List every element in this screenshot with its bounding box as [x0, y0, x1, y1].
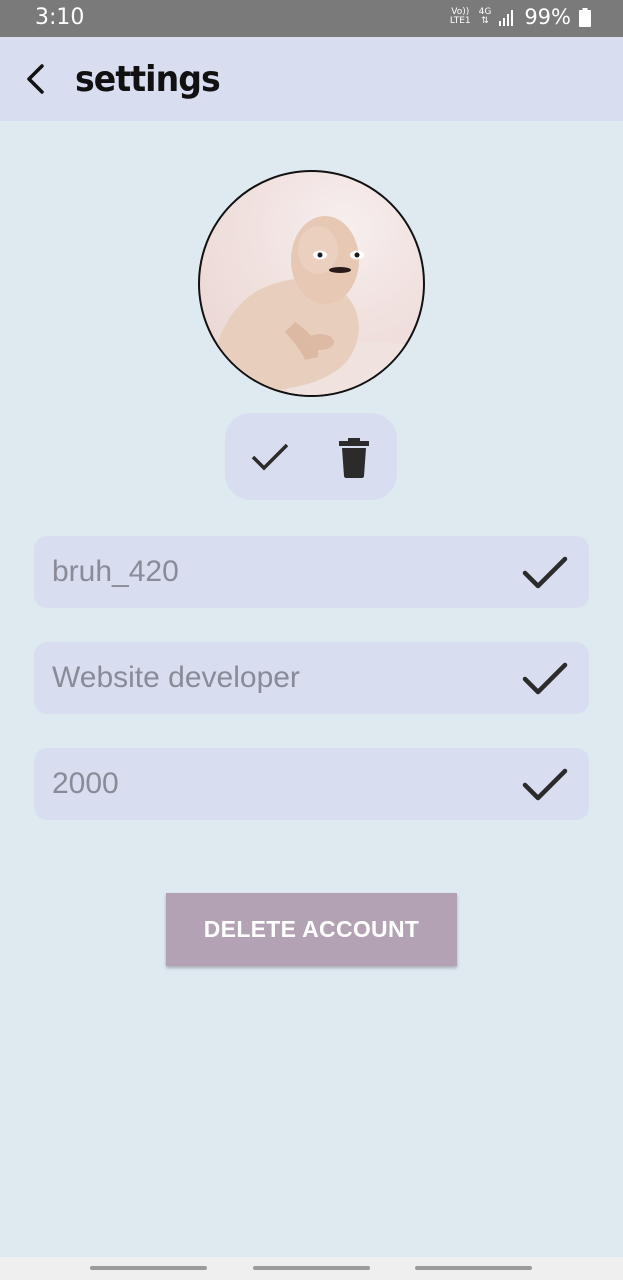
- back-arrow-icon: [27, 64, 44, 94]
- delete-photo-icon[interactable]: [332, 435, 376, 479]
- signal-icon: [499, 9, 514, 26]
- occupation-field: [34, 642, 589, 714]
- back-button[interactable]: [20, 60, 50, 98]
- avatar-image: [210, 216, 423, 395]
- system-nav-bar: [0, 1257, 623, 1280]
- battery-icon: [579, 7, 591, 27]
- delete-account-button[interactable]: DELETE ACCOUNT: [166, 893, 457, 966]
- profile-avatar[interactable]: [198, 170, 425, 397]
- nav-back-handle[interactable]: [415, 1266, 532, 1270]
- nav-recents-handle[interactable]: [90, 1266, 207, 1270]
- confirm-photo-icon[interactable]: [248, 435, 292, 479]
- data-arrows-icon: ⇅: [481, 16, 489, 26]
- save-username-icon[interactable]: [521, 550, 569, 594]
- page-title: settings: [75, 59, 221, 100]
- status-icons: Vo)) LTE1 4G ⇅ 99%: [450, 5, 591, 29]
- battery-percent: 99%: [524, 5, 571, 29]
- avatar-actions: [225, 413, 397, 500]
- status-bar: 3:10 Vo)) LTE1 4G ⇅ 99%: [0, 0, 623, 37]
- save-occupation-icon[interactable]: [521, 656, 569, 700]
- lte-label: LTE1: [449, 16, 471, 26]
- year-input[interactable]: [52, 748, 512, 820]
- username-input[interactable]: [52, 536, 512, 608]
- occupation-input[interactable]: [52, 642, 512, 714]
- username-field: [34, 536, 589, 608]
- save-year-icon[interactable]: [521, 762, 569, 806]
- status-time: 3:10: [35, 5, 85, 30]
- volte-indicator: Vo)) LTE1: [450, 8, 471, 26]
- app-bar: settings: [0, 37, 623, 121]
- network-indicator: 4G ⇅: [479, 8, 492, 26]
- nav-home-handle[interactable]: [253, 1266, 370, 1270]
- year-field: [34, 748, 589, 820]
